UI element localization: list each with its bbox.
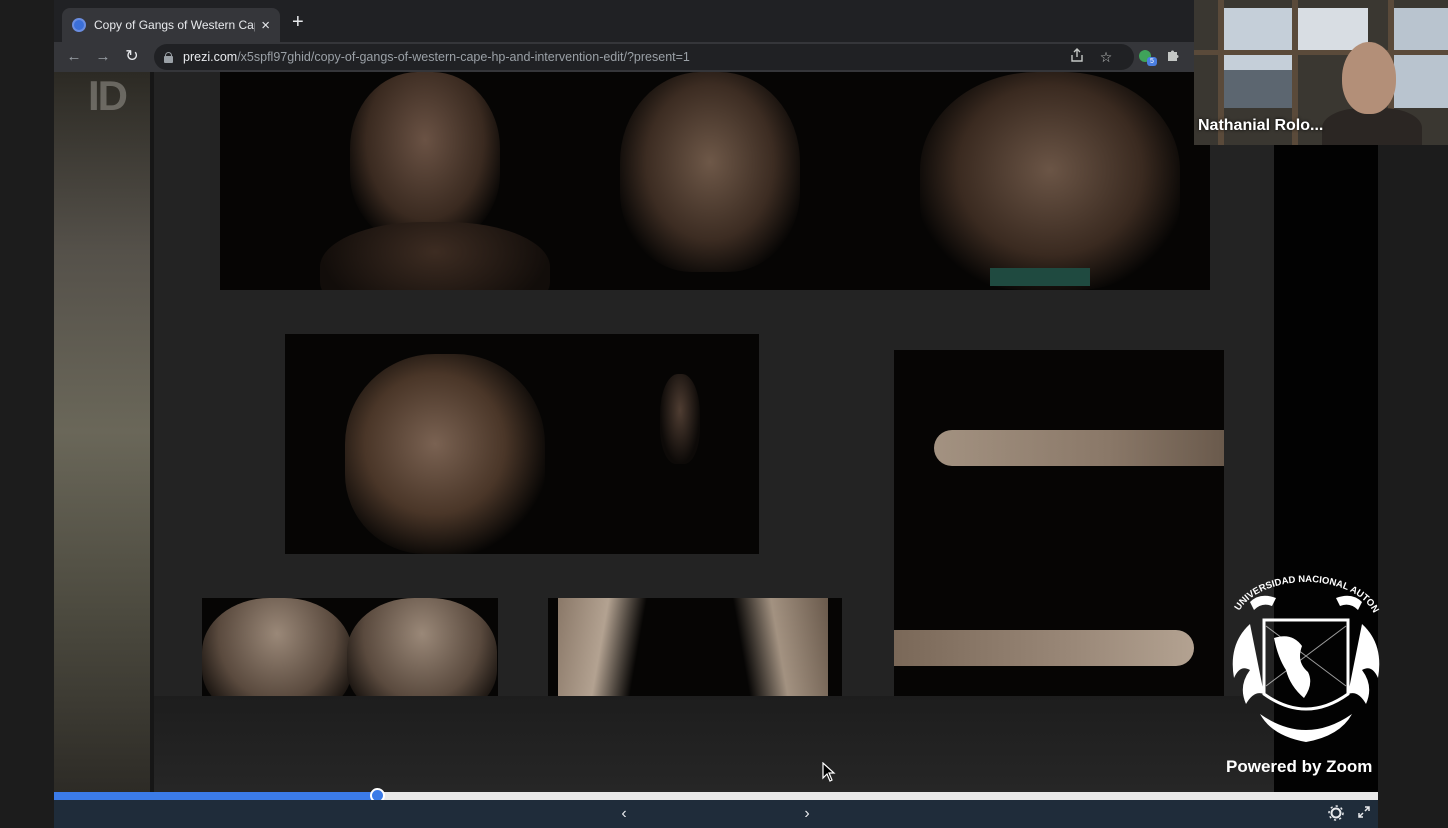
lower-arm — [894, 630, 1194, 666]
torso-back-photo — [920, 72, 1180, 290]
presentation-progress-bar[interactable] — [54, 788, 1378, 803]
prezi-slide — [154, 72, 1274, 792]
face-tattoo-photo — [285, 334, 759, 554]
window-pane — [1298, 8, 1368, 50]
city-view — [1224, 70, 1292, 108]
url-domain: prezi.com — [183, 50, 238, 64]
photo-strip-top — [220, 72, 1210, 290]
lock-icon — [164, 51, 173, 63]
reload-icon[interactable]: ↻ — [120, 45, 144, 69]
portrait-shoulders — [320, 222, 550, 290]
previous-slide-edge: ID — [54, 72, 150, 792]
face-closed-eyes — [345, 354, 545, 554]
shoulders-photo — [202, 598, 498, 696]
extension-badge: 5 — [1147, 57, 1157, 66]
progress-fill — [54, 792, 378, 800]
partial-slide-text: ID — [88, 72, 128, 119]
prezi-favicon-icon — [72, 18, 86, 32]
next-slide-button[interactable]: › — [797, 804, 817, 824]
participant-name-label: Nathanial Rolo... — [1198, 117, 1324, 134]
window-frame — [1194, 50, 1448, 55]
participant-video: Nathanial Rolo... — [1194, 0, 1448, 145]
slide-footer-blur — [154, 696, 1274, 792]
new-tab-button[interactable]: + — [292, 11, 304, 33]
extensions-puzzle-icon[interactable] — [1163, 47, 1183, 67]
previous-slide-button[interactable]: ‹ — [614, 804, 634, 824]
screen: Copy of Gangs of Western Cap × + ← → ↻ p… — [0, 0, 1448, 828]
presentation-controls: ‹ › — [54, 800, 1378, 828]
forearm-left — [558, 598, 668, 696]
browser-tab[interactable]: Copy of Gangs of Western Cap × — [62, 8, 280, 42]
mouse-cursor-icon — [822, 762, 836, 782]
upper-arm — [934, 430, 1224, 466]
share-icon[interactable] — [1067, 47, 1087, 67]
shoulder-left — [202, 598, 352, 696]
forearms-photo — [548, 598, 842, 696]
url-path: /x5spfl97ghid/copy-of-gangs-of-western-c… — [237, 50, 690, 64]
settings-icon[interactable] — [1326, 805, 1346, 827]
back-arrow-icon[interactable]: ← — [62, 45, 86, 69]
presentation-stage: ID — [54, 72, 1378, 792]
unam-seal-logo: UNIVERSIDAD NACIONAL AUTONOMA DE MEXICO — [1216, 566, 1392, 750]
browser-toolbar: ← → ↻ prezi.com /x5spfl97ghid/copy-of-ga… — [54, 42, 1378, 72]
address-bar[interactable]: prezi.com /x5spfl97ghid/copy-of-gangs-of… — [154, 44, 1134, 70]
powered-by-zoom-label: Powered by Zoom — [1226, 757, 1373, 776]
waistband — [990, 268, 1090, 286]
arms-tattoo-photo — [894, 350, 1224, 696]
portrait-face-photo — [350, 72, 500, 242]
torso-front-photo — [620, 72, 800, 272]
fullscreen-icon[interactable] — [1354, 805, 1374, 825]
tab-close-icon[interactable]: × — [261, 17, 270, 34]
participant-head — [1342, 42, 1396, 114]
shoulder-right — [347, 598, 497, 696]
tab-title: Copy of Gangs of Western Cap — [94, 18, 256, 32]
window-pane — [1394, 8, 1448, 108]
distant-figure — [660, 374, 700, 464]
forearm-right — [718, 598, 828, 696]
forward-arrow-icon[interactable]: → — [91, 45, 115, 69]
browser-window: Copy of Gangs of Western Cap × + ← → ↻ p… — [54, 0, 1378, 828]
tab-strip: Copy of Gangs of Western Cap × + — [54, 0, 1378, 42]
bookmark-star-icon[interactable]: ☆ — [1096, 47, 1116, 67]
